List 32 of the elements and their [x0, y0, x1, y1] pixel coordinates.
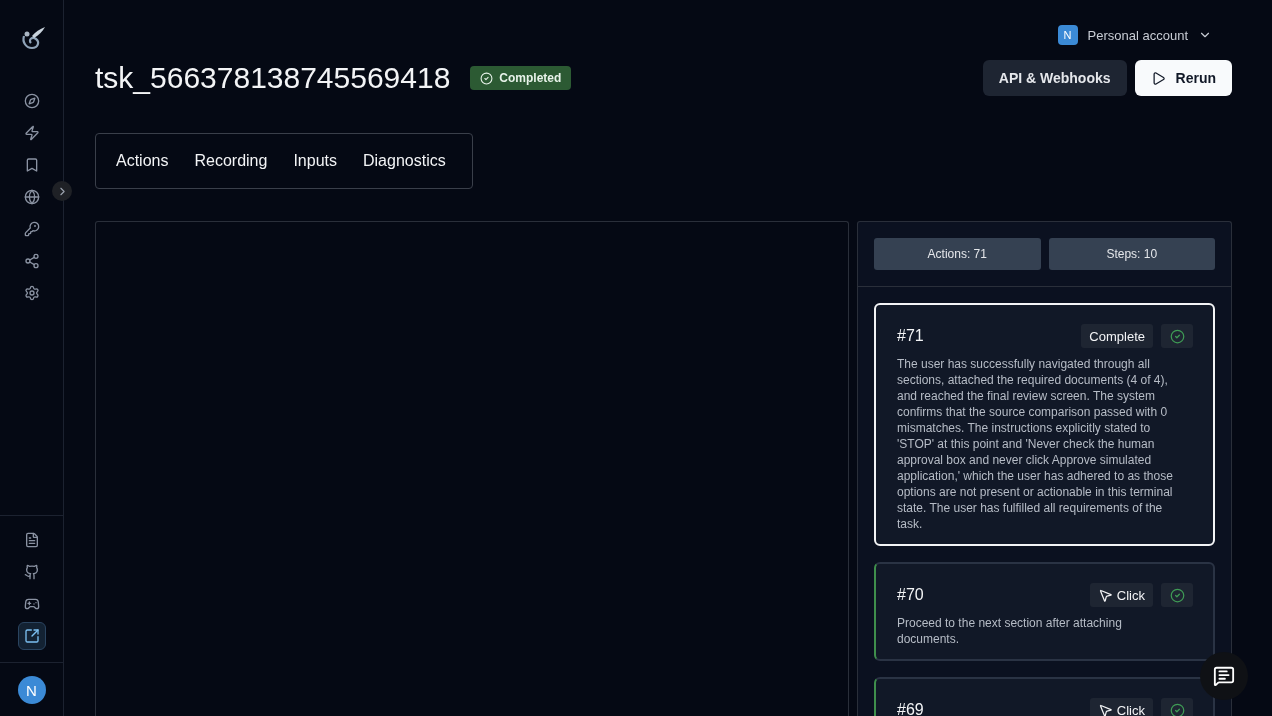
task-title: tsk_566378138745569418	[95, 61, 451, 95]
account-avatar: N	[1057, 25, 1078, 45]
stat-chip: Steps: 10	[1048, 238, 1215, 270]
action-type-tag: Click	[1089, 583, 1153, 607]
check-circle-icon	[480, 71, 494, 85]
tab[interactable]: Actions	[106, 142, 185, 180]
chat-icon	[1213, 665, 1235, 687]
action-card[interactable]: #69 Click	[874, 677, 1215, 716]
cursor-icon	[1097, 587, 1113, 603]
expand-sidebar-button[interactable]	[52, 181, 72, 201]
stat-chip: Actions: 71	[874, 238, 1041, 270]
chat-button[interactable]	[1200, 652, 1248, 700]
user-avatar[interactable]: N	[17, 676, 46, 704]
account-switcher[interactable]: N Personal account	[1057, 20, 1212, 50]
cursor-icon	[1097, 702, 1113, 716]
action-number: #70	[897, 586, 924, 604]
action-description: The user has successfully navigated through all sections, attached the required documents (4 of 4), and reached the final review screen. The system confirms that the source comparison passed with 0 mismatches. The instructions explicitly stated to 'STOP' at this point and 'Never check the human approval box and never click Approve simulated application,' which the user has adhered to as those options are not present or actionable in this terminal state. The user has fulfilled all requirements of the task.	[897, 356, 1174, 532]
action-number: #71	[897, 327, 924, 345]
rerun-button[interactable]: Rerun	[1134, 60, 1232, 96]
tab[interactable]: Recording	[184, 142, 284, 180]
action-type-tag: Complete	[1081, 324, 1153, 348]
action-type-tag: Click	[1089, 698, 1153, 716]
action-number: #69	[897, 701, 924, 716]
play-icon	[1150, 70, 1166, 86]
tab[interactable]: Inputs	[283, 142, 353, 180]
action-description: Proceed to the next section after attaching documents.	[897, 615, 1123, 647]
api-webhooks-button[interactable]: API & Webhooks	[982, 60, 1127, 96]
status-badge: Completed	[470, 66, 572, 90]
action-card[interactable]: #70 Click Proceed to the next section after attaching documents.	[874, 562, 1215, 661]
action-card[interactable]	[874, 303, 1215, 546]
external-link-icon[interactable]	[17, 622, 46, 650]
tab[interactable]: Diagnostics	[353, 142, 462, 180]
